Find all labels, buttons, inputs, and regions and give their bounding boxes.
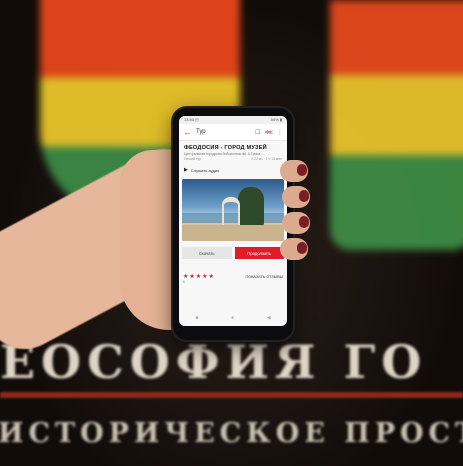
listen-audio-label: Слушать аудио — [190, 167, 220, 173]
arrow-left-icon[interactable]: ← — [183, 127, 192, 137]
poster-divider — [0, 392, 463, 398]
fingernail — [299, 190, 309, 202]
tour-photo — [182, 179, 284, 241]
photo-tree — [238, 187, 264, 227]
star-rating: ★★★★★ — [183, 274, 215, 280]
action-buttons: Скачать Продолжить — [179, 243, 287, 263]
fingernail — [299, 216, 309, 228]
system-nav-bar: ■ ● ◀ — [179, 312, 287, 324]
app-bar: ← Тур ☐ ⋘ ⋮ — [179, 124, 287, 141]
recents-icon[interactable]: ■ — [195, 315, 198, 321]
app-bar-title: Тур — [196, 129, 206, 135]
photo-scene: ЕОСОФИЯ ГО ИСТОРИЧЕСКОЕ ПРОСТР 13:40 ◷ 5… — [0, 0, 463, 466]
show-reviews-link[interactable]: ПОКАЗАТЬ ОТЗЫВЫ — [245, 275, 283, 279]
status-battery: 54% ▮ — [270, 117, 282, 122]
tour-subtitle: Центральная городская библиотека им. А.Г… — [184, 152, 265, 156]
status-time: 13:40 ◷ — [184, 117, 199, 122]
more-icon[interactable]: ⋮ — [277, 129, 283, 136]
back-nav-icon[interactable]: ◀ — [267, 315, 271, 321]
fingers — [278, 160, 318, 270]
finger-3 — [282, 212, 310, 234]
tour-header: ФЕОДОСИЯ - ГОРОД МУЗЕЙ Центральная город… — [179, 141, 287, 163]
rating-row: ★★★★★ ПОКАЗАТЬ ОТЗЫВЫ — [179, 263, 287, 280]
finger-1 — [280, 160, 308, 182]
photo-rotunda — [222, 197, 240, 227]
poster-title: ЕОСОФИЯ ГО — [0, 335, 428, 389]
play-icon[interactable]: ▶ — [184, 167, 188, 173]
photo-ground — [182, 225, 284, 241]
bookmark-icon[interactable]: ☐ — [255, 129, 260, 136]
poster-subtitle: ИСТОРИЧЕСКОЕ ПРОСТР — [0, 418, 463, 449]
share-icon[interactable]: ⋘ — [264, 129, 273, 136]
listen-audio-row[interactable]: ▶ Слушать аудио — [179, 163, 287, 177]
fingernail — [297, 164, 307, 176]
continue-button[interactable]: Продолжить — [234, 247, 284, 259]
home-icon[interactable]: ● — [231, 315, 234, 321]
flag-right — [330, 0, 463, 250]
download-button[interactable]: Скачать — [182, 247, 232, 259]
rating-count: 6 — [183, 280, 185, 284]
tour-type: Пеший тур — [184, 157, 201, 161]
smartphone: 13:40 ◷ 54% ▮ ← Тур ☐ ⋘ ⋮ ФЕОДОСИЯ - ГОР… — [173, 108, 293, 340]
status-bar: 13:40 ◷ 54% ▮ — [179, 116, 287, 124]
tour-meta: Пеший тур 2.22 км · 1 ч 15 мин — [184, 157, 282, 161]
fingernail — [297, 242, 307, 254]
finger-4 — [280, 238, 308, 260]
phone-screen: 13:40 ◷ 54% ▮ ← Тур ☐ ⋘ ⋮ ФЕОДОСИЯ - ГОР… — [179, 116, 287, 326]
finger-2 — [282, 186, 310, 208]
tour-title: ФЕОДОСИЯ - ГОРОД МУЗЕЙ — [184, 145, 267, 151]
